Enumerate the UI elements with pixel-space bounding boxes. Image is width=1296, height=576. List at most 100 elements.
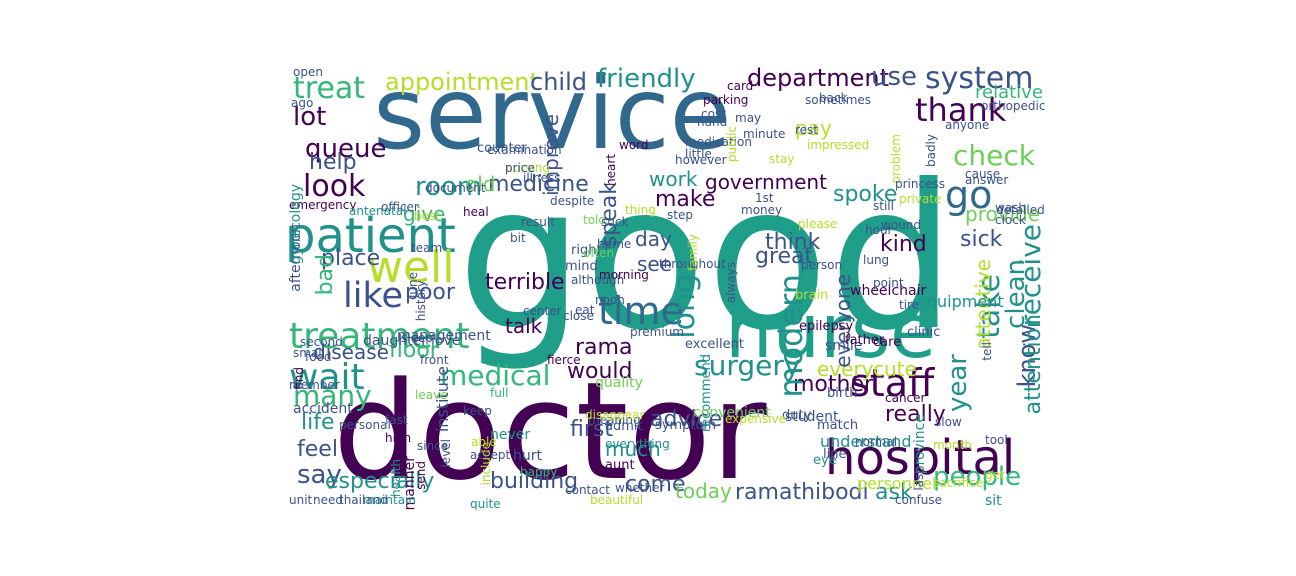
word-cute: cute	[873, 357, 917, 381]
word-sick: sick	[960, 227, 1003, 252]
word-level: level	[439, 439, 453, 468]
word-however: however	[675, 153, 727, 167]
word-like: like	[343, 276, 404, 316]
word-second: second	[300, 335, 343, 349]
word-money: money	[741, 203, 783, 217]
word-mind: mind	[565, 259, 598, 274]
word-accident: accident	[293, 401, 353, 417]
word-private: private	[899, 192, 942, 206]
word-province: province	[912, 414, 928, 475]
word-last: last	[912, 469, 926, 491]
word-sleep: sleep	[401, 331, 433, 345]
word-gynecology: gynecology	[288, 184, 304, 265]
word-antenatal: antenatal	[349, 204, 407, 218]
word-stay: stay	[769, 152, 795, 166]
word-brain: brain	[795, 288, 829, 303]
word-wash: wash	[995, 201, 1027, 215]
word-open: open	[293, 65, 323, 79]
word-always: always	[724, 262, 738, 304]
word-please: please	[798, 217, 838, 231]
word-full: full	[490, 386, 509, 400]
word-year: year	[943, 354, 973, 413]
word-still: still	[873, 199, 894, 213]
word-happy: happy	[520, 465, 558, 479]
word-tool: tool	[985, 433, 1008, 447]
word-point: point	[873, 276, 904, 290]
word-receive: receive	[1014, 224, 1045, 327]
word-team: team	[411, 241, 443, 255]
word-public: public	[725, 126, 739, 163]
word-month: month	[933, 438, 972, 452]
word-document: document	[425, 181, 486, 195]
word-expensive: expensive	[725, 412, 786, 426]
word-love: love	[431, 333, 461, 349]
word-quality: quality	[595, 375, 643, 391]
word-disappear: disappear	[585, 408, 645, 422]
word-today: today	[675, 479, 732, 503]
word-orthopedic: orthopedic	[981, 99, 1045, 113]
word-premium: premium	[630, 325, 684, 339]
word-rest: rest	[795, 123, 819, 137]
word-cloud: good doctor service nurse hospital patient tim…	[285, 64, 1045, 510]
word-keep: keep	[463, 404, 492, 418]
word-normal: normal	[855, 435, 898, 449]
word-parking: parking	[703, 93, 749, 107]
word-often: often	[583, 246, 615, 260]
word-get: get	[985, 468, 1005, 482]
word-confuse: confuse	[895, 493, 943, 507]
word-impressed: impressed	[807, 138, 870, 152]
word-thailand: thailand	[339, 493, 388, 507]
word-illness: illness	[523, 171, 561, 185]
word-whether: whether	[615, 481, 665, 495]
word-day: day	[635, 227, 672, 251]
word-medication: medication	[685, 135, 752, 149]
word-unit: unit	[289, 493, 313, 507]
word-lung: lung	[863, 253, 890, 267]
word-slow: slow	[935, 415, 962, 429]
word-help: help	[309, 150, 357, 175]
word-attention: attention	[1021, 314, 1045, 415]
word-family: family	[686, 234, 700, 272]
word-talk: talk	[505, 314, 543, 338]
word-thing: thing	[625, 203, 656, 217]
word-need: need	[313, 493, 343, 507]
word-child: child	[530, 68, 587, 96]
word-answer: answer	[965, 173, 1009, 187]
word-hurt: hurt	[513, 448, 542, 464]
word-clinic: clinic	[907, 325, 941, 340]
word-may: may	[735, 111, 762, 125]
word-equipment: equipment	[917, 292, 1004, 311]
word-word: word	[619, 138, 649, 152]
word-care: care	[873, 335, 902, 350]
word-personal: personal	[339, 418, 391, 432]
word-cancer: cancer	[885, 391, 926, 405]
word-quite: quite	[470, 497, 501, 510]
word-clock: clock	[995, 213, 1026, 227]
word-cost: cost	[701, 107, 726, 121]
word-wound: wound	[881, 218, 921, 232]
word-high: high	[385, 431, 412, 445]
word-birth: birth	[827, 386, 858, 401]
word-princess: princess	[895, 177, 945, 191]
word-rama: rama	[575, 335, 633, 360]
word-heart: heart	[604, 154, 618, 186]
word-step: step	[667, 208, 693, 222]
word-terrible: terrible	[485, 270, 565, 295]
word-result: result	[521, 215, 555, 229]
word-ago: ago	[291, 96, 314, 110]
word-despite: despite	[550, 194, 595, 208]
word-examination: examination	[487, 143, 562, 157]
word-badly: badly	[924, 134, 938, 168]
word-sit: sit	[985, 493, 1002, 509]
word-everything: everything	[605, 437, 670, 451]
word-match: match	[817, 418, 859, 433]
word-person: person	[801, 258, 843, 272]
word-bad: bad	[313, 254, 338, 296]
word-back: back	[819, 91, 848, 105]
word-eye: eye	[813, 453, 837, 468]
word-contact: contact	[565, 483, 610, 497]
word-tire: tire	[899, 298, 920, 312]
word-noon: noon	[595, 293, 625, 307]
word-use: use	[871, 64, 918, 92]
word-feel: feel	[297, 437, 338, 462]
